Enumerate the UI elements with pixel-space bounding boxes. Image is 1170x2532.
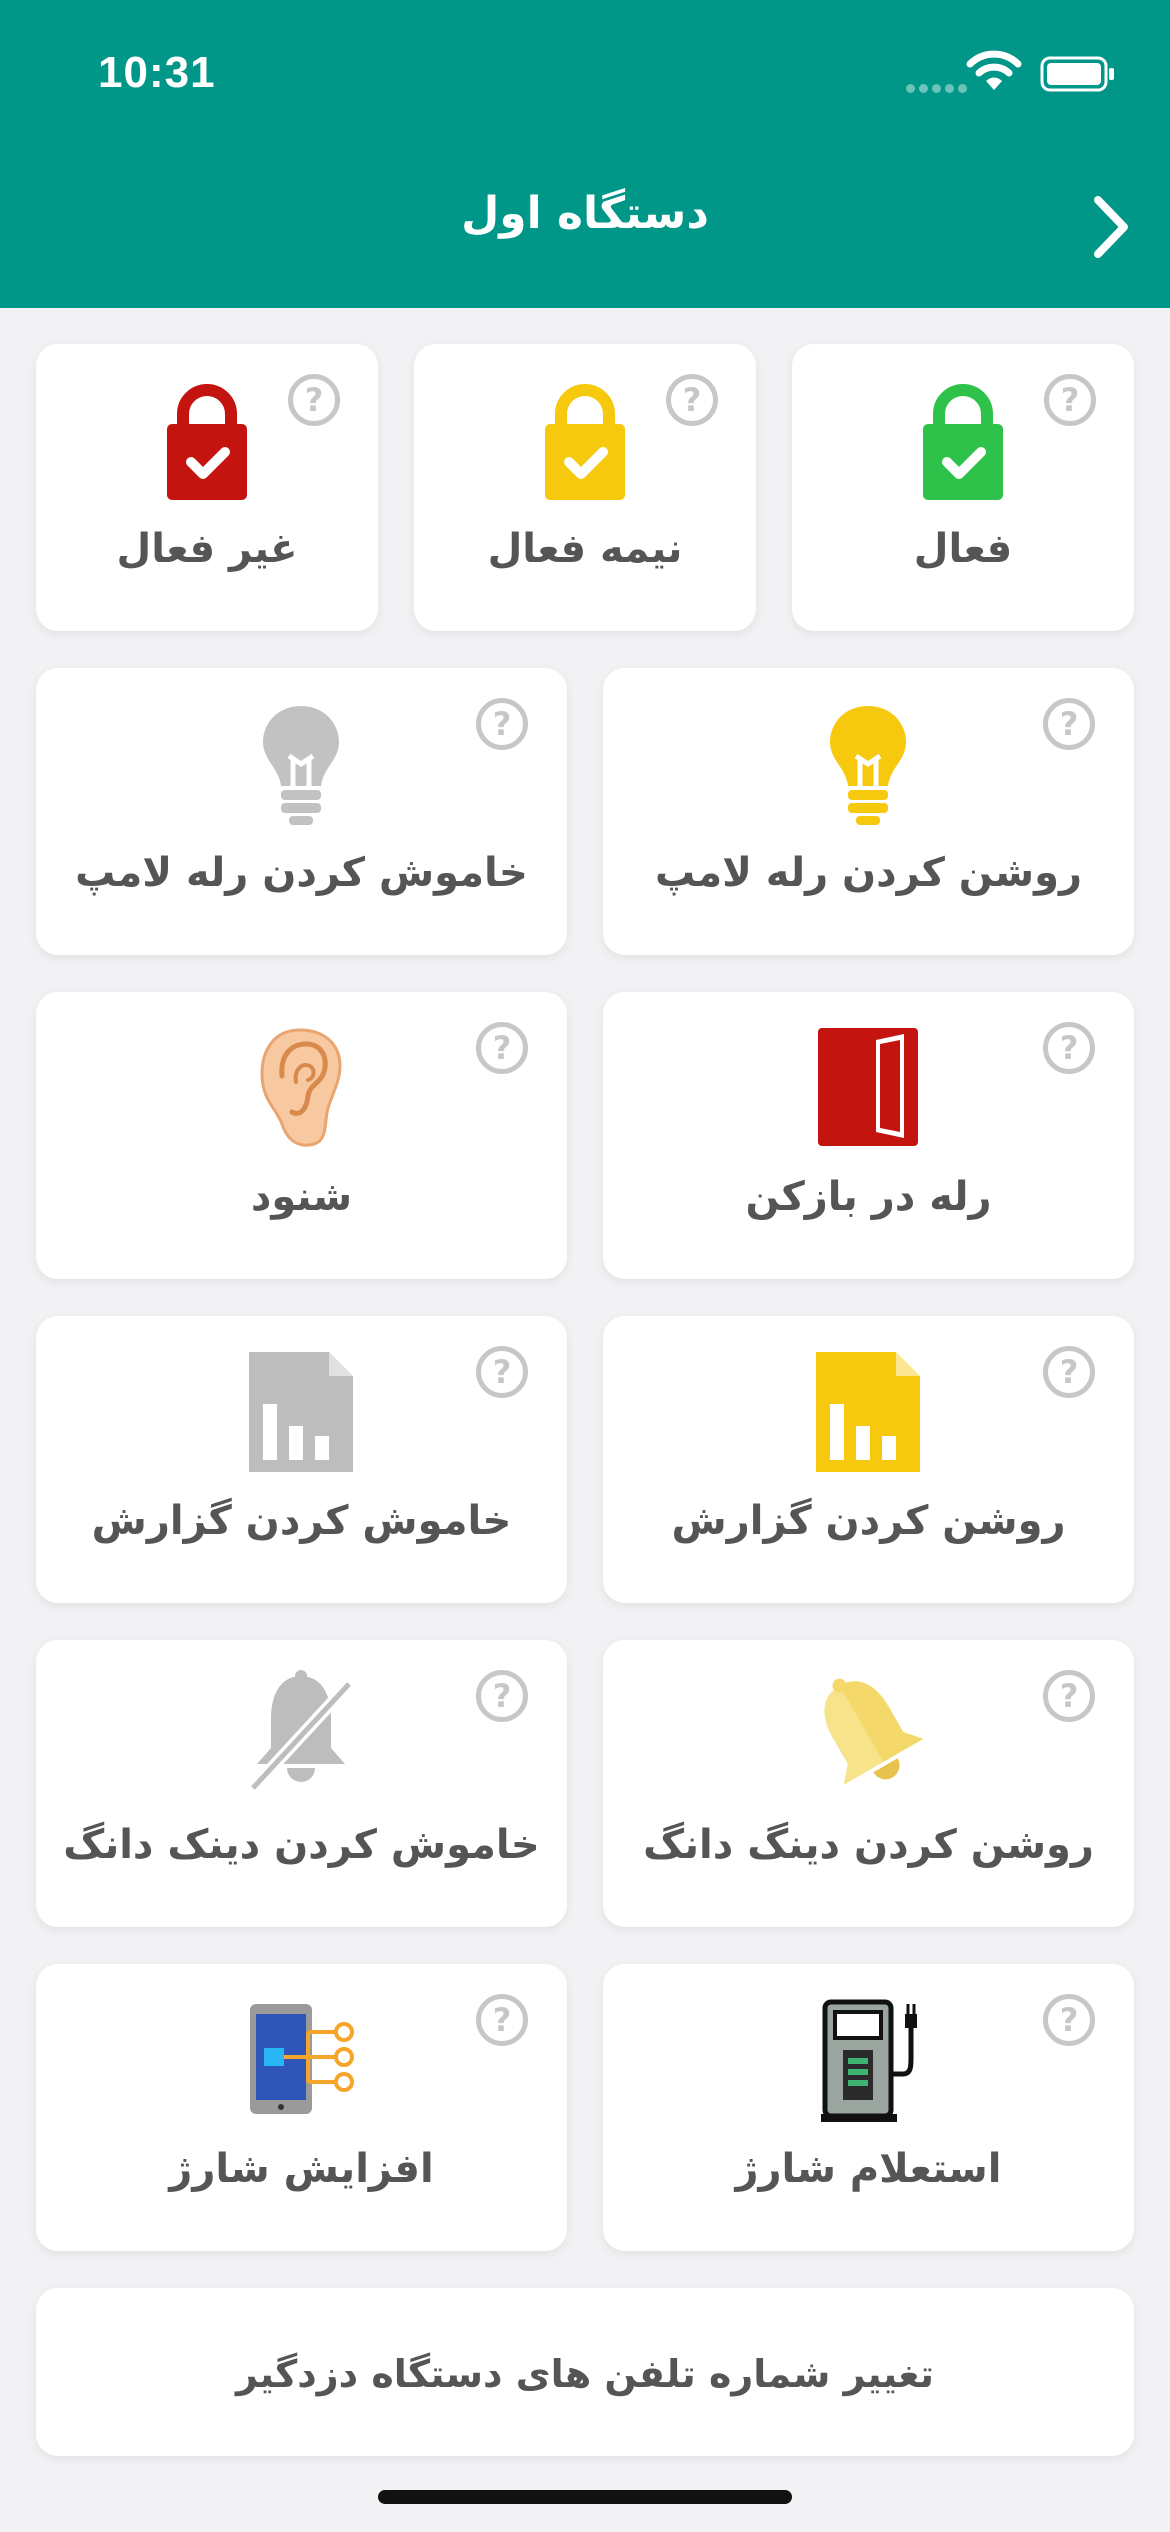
report-off-icon (249, 1352, 353, 1472)
charge-increase-card[interactable]: ? افزایش شارژ (36, 1964, 567, 2251)
help-icon[interactable]: ? (1043, 1022, 1095, 1074)
ear-icon (260, 1028, 342, 1147)
help-icon[interactable]: ? (476, 1022, 528, 1074)
change-phone-numbers-button[interactable]: تغییر شماره تلفن های دستگاه دزدگیر (36, 2288, 1134, 2456)
help-icon[interactable]: ? (1043, 698, 1095, 750)
phone-network-icon (250, 2004, 354, 2114)
action-label: شنود (250, 1174, 353, 1220)
bell-off-card[interactable]: ? خاموش کردن دینک دانگ (36, 1640, 567, 1927)
action-label: افزایش شارژ (169, 2146, 434, 2192)
action-label: خاموش کردن گزارش (91, 1498, 512, 1544)
action-label: رله در بازکن (745, 1174, 992, 1220)
help-icon[interactable]: ? (1043, 1670, 1095, 1722)
bell-off-icon (248, 1670, 354, 1793)
chevron-right-icon[interactable] (1080, 192, 1140, 262)
report-on-card[interactable]: ? روشن کردن گزارش (603, 1316, 1134, 1603)
lightbulb-on-icon (830, 706, 906, 825)
help-icon[interactable]: ? (476, 1670, 528, 1722)
action-label: روشن کردن رله لامپ (654, 850, 1082, 896)
button-label: تغییر شماره تلفن های دستگاه دزدگیر (235, 2352, 935, 2396)
lamp-on-card[interactable]: ? روشن کردن رله لامپ (603, 668, 1134, 955)
help-icon[interactable]: ? (476, 1994, 528, 2046)
help-icon[interactable]: ? (666, 374, 718, 426)
mode-label: غیر فعال (116, 526, 298, 572)
home-indicator[interactable] (378, 2490, 792, 2504)
action-label: روشن کردن دینگ دانگ (643, 1822, 1094, 1868)
app-header: 10:31 دستگاه اول (0, 0, 1170, 308)
door-relay-card[interactable]: ? رله در بازکن (603, 992, 1134, 1279)
lamp-off-card[interactable]: ? خاموش کردن رله لامپ (36, 668, 567, 955)
report-on-icon (816, 1352, 920, 1472)
bell-on-card[interactable]: ? روشن کردن دینگ دانگ (603, 1640, 1134, 1927)
battery-icon (1040, 56, 1114, 92)
lightbulb-off-icon (263, 706, 339, 825)
wifi-icon (966, 50, 1022, 90)
charge-station-icon (821, 1999, 917, 2122)
mode-semi-active-card[interactable]: ? نیمه فعال (414, 344, 756, 631)
report-off-card[interactable]: ? خاموش کردن گزارش (36, 1316, 567, 1603)
lock-icon (167, 384, 247, 500)
action-label: خاموش کردن دینک دانگ (63, 1822, 540, 1868)
help-icon[interactable]: ? (1043, 1994, 1095, 2046)
help-icon[interactable]: ? (476, 1346, 528, 1398)
help-icon[interactable]: ? (288, 374, 340, 426)
help-icon[interactable]: ? (1043, 1346, 1095, 1398)
charge-inquiry-card[interactable]: ? استعلام شارژ (603, 1964, 1134, 2251)
help-icon[interactable]: ? (1044, 374, 1096, 426)
mode-label: نیمه فعال (487, 526, 683, 572)
door-icon (818, 1028, 918, 1146)
page-title: دستگاه اول (461, 188, 709, 239)
mode-active-card[interactable]: ? فعال (792, 344, 1134, 631)
signal-icon (906, 78, 971, 97)
action-label: روشن کردن گزارش (671, 1498, 1066, 1544)
status-time: 10:31 (98, 48, 216, 97)
bell-on-icon (824, 1678, 924, 1785)
listen-card[interactable]: ? شنود (36, 992, 567, 1279)
lock-icon (923, 384, 1003, 500)
help-icon[interactable]: ? (476, 698, 528, 750)
lock-icon (545, 384, 625, 500)
action-label: استعلام شارژ (735, 2146, 1002, 2192)
mode-inactive-card[interactable]: ? غیر فعال (36, 344, 378, 631)
action-label: خاموش کردن رله لامپ (75, 850, 528, 896)
mode-label: فعال (913, 526, 1013, 572)
